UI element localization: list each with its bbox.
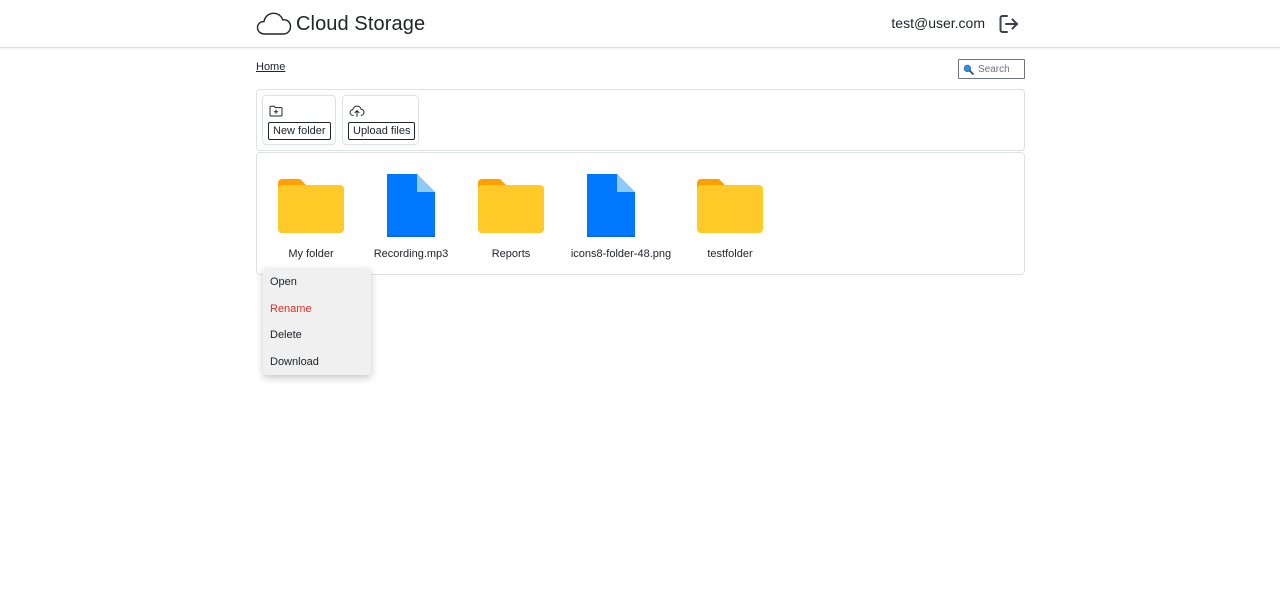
folder-plus-icon (269, 104, 283, 122)
context-menu-delete[interactable]: Delete (263, 322, 371, 349)
upload-files-button[interactable]: Upload files (348, 122, 416, 140)
cloud-upload-icon (349, 104, 365, 122)
file-item-recording[interactable]: Recording.mp3 (367, 153, 455, 274)
file-name: My folder (288, 248, 334, 260)
logout-icon (999, 15, 1018, 33)
new-folder-button[interactable]: New folder (268, 122, 331, 140)
context-menu: Open Rename Delete Download (263, 268, 371, 375)
file-name: Recording.mp3 (373, 248, 449, 260)
new-folder-card[interactable]: New folder (262, 95, 336, 145)
file-name: icons8-folder-48.png (570, 248, 672, 260)
file-name: testfolder (707, 248, 753, 260)
upload-files-card[interactable]: Upload files (342, 95, 419, 145)
action-panel: New folder Upload files (256, 89, 1025, 151)
search-input[interactable] (974, 63, 1022, 75)
cloud-icon (256, 12, 292, 35)
breadcrumb-home-link[interactable]: Home (256, 61, 285, 73)
file-item-my-folder[interactable]: My folder (271, 153, 351, 274)
user-email: test@user.com (891, 15, 985, 31)
app-title: Cloud Storage (296, 12, 426, 35)
file-item-icons8-png[interactable]: icons8-folder-48.png (563, 153, 679, 274)
folder-icon (276, 173, 346, 240)
context-menu-download[interactable]: Download (263, 349, 371, 376)
file-item-testfolder[interactable]: testfolder (690, 153, 770, 274)
file-icon (385, 173, 437, 244)
search-icon (963, 64, 974, 75)
search-box[interactable] (958, 59, 1025, 79)
app-header: Cloud Storage test@user.com (0, 0, 1280, 48)
context-menu-rename[interactable]: Rename (263, 296, 371, 323)
file-name: Reports (491, 248, 531, 260)
folder-icon (476, 173, 546, 240)
file-item-reports[interactable]: Reports (471, 153, 551, 274)
context-menu-open[interactable]: Open (263, 269, 371, 296)
file-icon (585, 173, 637, 244)
logout-button[interactable] (997, 12, 1021, 36)
files-panel: My folder Recording.mp3 Reports icons8-f… (256, 152, 1025, 275)
brand-link[interactable]: Cloud Storage (256, 9, 425, 39)
breadcrumb: Home (256, 61, 285, 73)
folder-icon (695, 173, 765, 240)
